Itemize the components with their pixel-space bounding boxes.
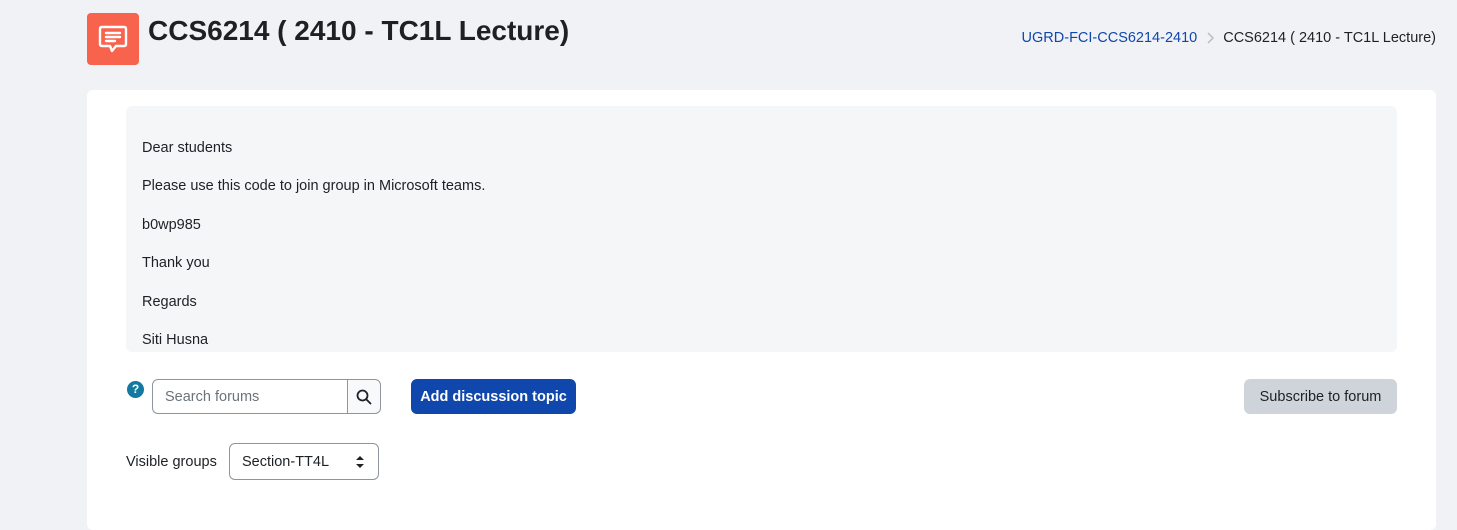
- intro-line: Please use this code to join group in Mi…: [142, 178, 486, 194]
- forum-intro: Dear students Please use this code to jo…: [126, 106, 1397, 352]
- intro-line: Thank you: [142, 255, 210, 271]
- forum-chat-icon: [87, 13, 139, 65]
- subscribe-to-forum-button[interactable]: Subscribe to forum: [1244, 379, 1397, 414]
- add-discussion-topic-button[interactable]: Add discussion topic: [411, 379, 576, 414]
- visible-groups-label: Visible groups: [126, 454, 217, 470]
- page-title: CCS6214 ( 2410 - TC1L Lecture): [148, 15, 570, 46]
- page-header: CCS6214 ( 2410 - TC1L Lecture) UGRD-FCI-…: [0, 0, 1457, 90]
- visible-groups-select[interactable]: Section-TT4L: [229, 443, 379, 480]
- breadcrumb-current: CCS6214 ( 2410 - TC1L Lecture): [1223, 30, 1436, 46]
- search-forums: [152, 379, 381, 414]
- sort-caret-icon: [356, 455, 364, 473]
- intro-line: Dear students: [142, 140, 233, 156]
- intro-line: b0wp985: [142, 217, 201, 233]
- intro-line: Siti Husna: [142, 332, 209, 348]
- visible-groups-selected: Section-TT4L: [242, 454, 330, 470]
- help-icon[interactable]: ?: [127, 381, 144, 398]
- intro-line: Regards: [142, 294, 197, 310]
- main-content: Dear students Please use this code to jo…: [87, 90, 1436, 530]
- breadcrumb: UGRD-FCI-CCS6214-2410 CCS6214 ( 2410 - T…: [1022, 30, 1436, 46]
- search-icon: [356, 389, 372, 405]
- search-input[interactable]: [152, 379, 348, 414]
- search-button[interactable]: [347, 379, 381, 414]
- chevron-right-icon: [1206, 32, 1215, 44]
- breadcrumb-course-link[interactable]: UGRD-FCI-CCS6214-2410: [1022, 30, 1198, 46]
